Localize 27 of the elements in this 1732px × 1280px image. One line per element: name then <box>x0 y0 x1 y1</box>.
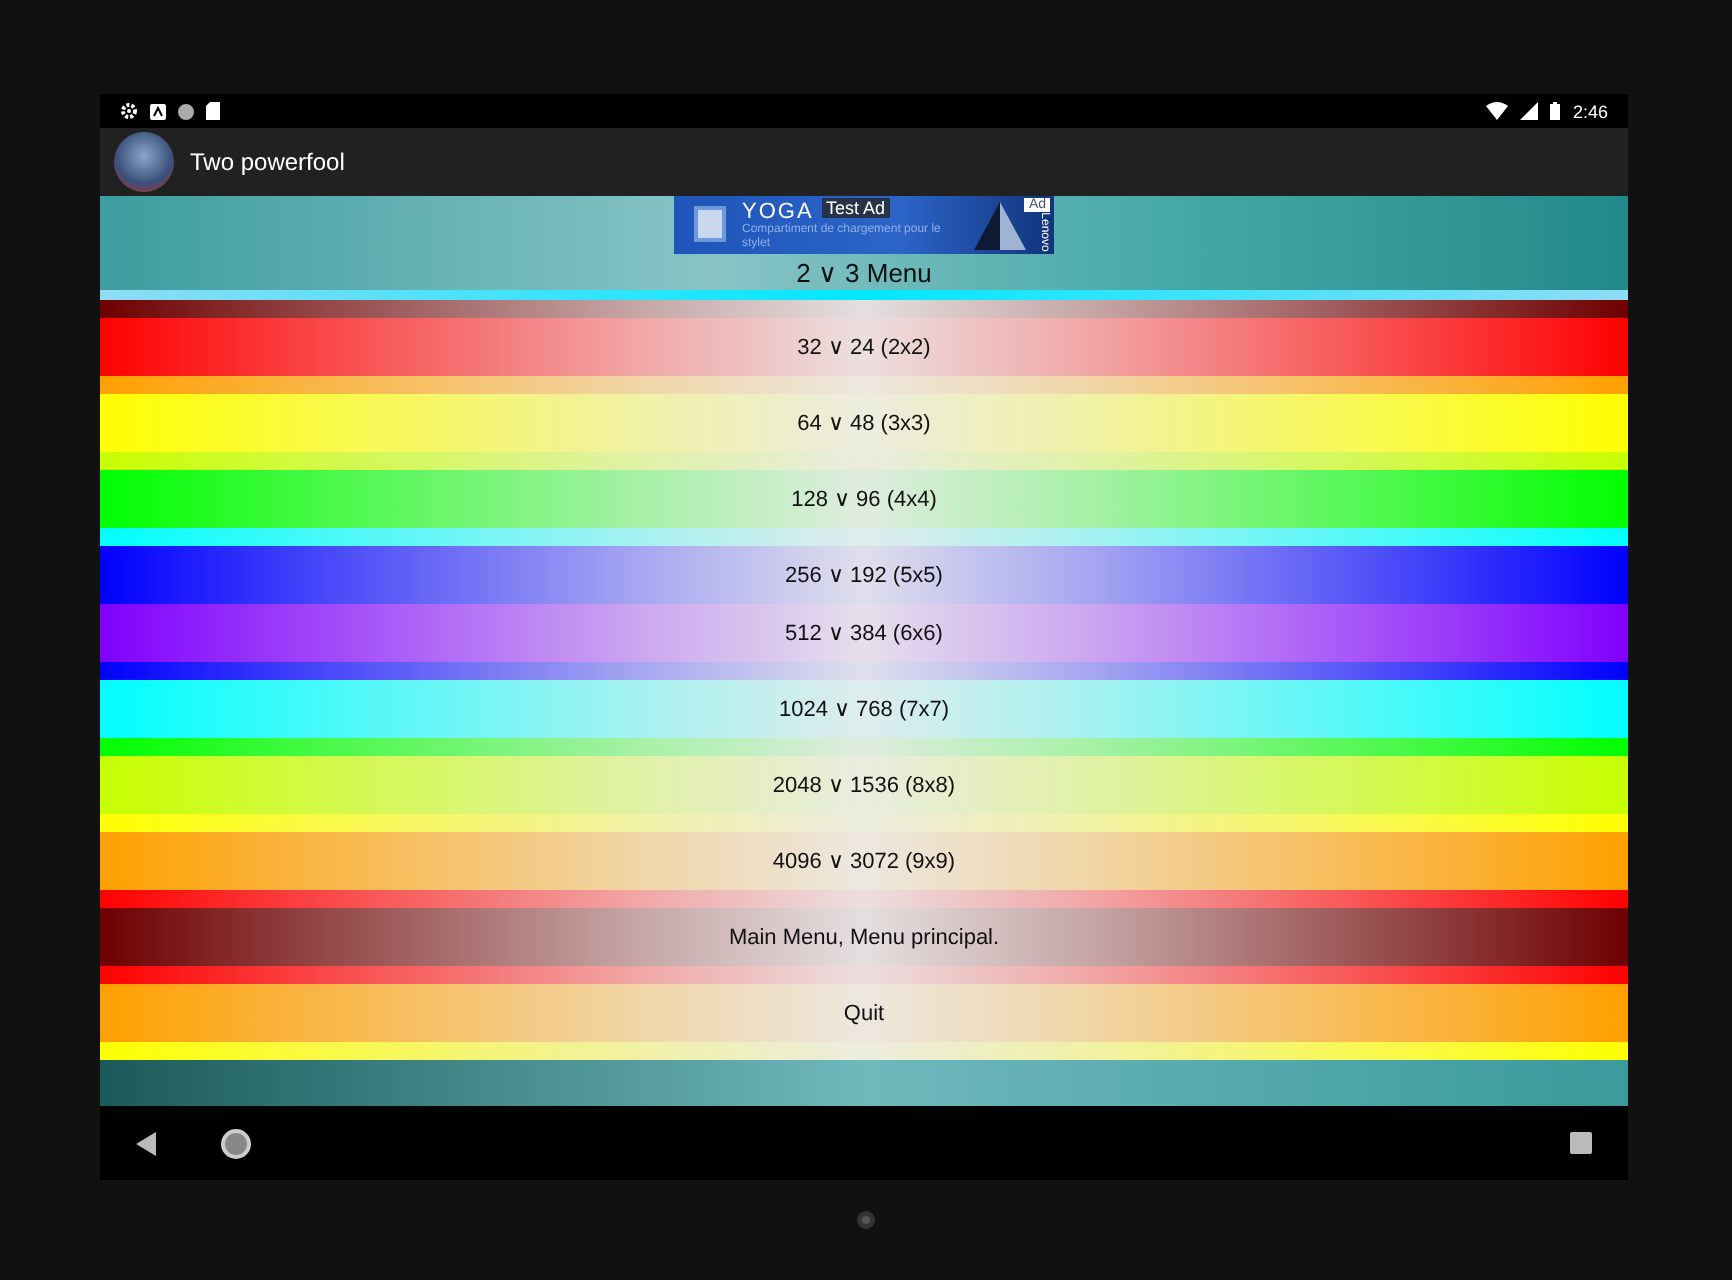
wifi-icon <box>1486 102 1509 120</box>
menu-title: 2 ∨ 3 Menu <box>796 258 932 288</box>
back-icon[interactable] <box>136 1131 156 1155</box>
settings-icon <box>120 102 138 120</box>
battery-icon <box>1550 102 1561 120</box>
menu-button[interactable]: 32 ∨ 24 (2x2) <box>100 318 1628 376</box>
menu-button[interactable]: Quit <box>100 984 1628 1042</box>
menu-button[interactable]: 2048 ∨ 1536 (8x8) <box>100 756 1628 814</box>
menu-button[interactable]: 256 ∨ 192 (5x5) <box>100 546 1628 604</box>
app-logo-icon <box>114 132 174 192</box>
menu-button[interactable]: 512 ∨ 384 (6x6) <box>100 604 1628 662</box>
signal-icon <box>1520 102 1539 120</box>
test-ad-label: Test Ad <box>822 198 890 218</box>
clock-time: 2:46 <box>1572 101 1608 121</box>
menu-button[interactable]: 1024 ∨ 768 (7x7) <box>100 680 1628 738</box>
menu-button[interactable]: Main Menu, Menu principal. <box>100 908 1628 966</box>
sd-card-icon <box>206 102 220 120</box>
notification-icon <box>150 103 166 119</box>
circle-icon <box>178 103 194 119</box>
app-title: Two powerfool <box>190 148 345 176</box>
menu-button[interactable]: 128 ∨ 96 (4x4) <box>100 470 1628 528</box>
processor-logo-icon <box>694 206 726 242</box>
menu-button[interactable]: 64 ∨ 48 (3x3) <box>100 394 1628 452</box>
menu-button[interactable]: 4096 ∨ 3072 (9x9) <box>100 832 1628 890</box>
home-icon[interactable] <box>220 1127 252 1159</box>
ad-brand: YOGA <box>742 200 814 224</box>
camera-icon <box>856 1210 876 1230</box>
